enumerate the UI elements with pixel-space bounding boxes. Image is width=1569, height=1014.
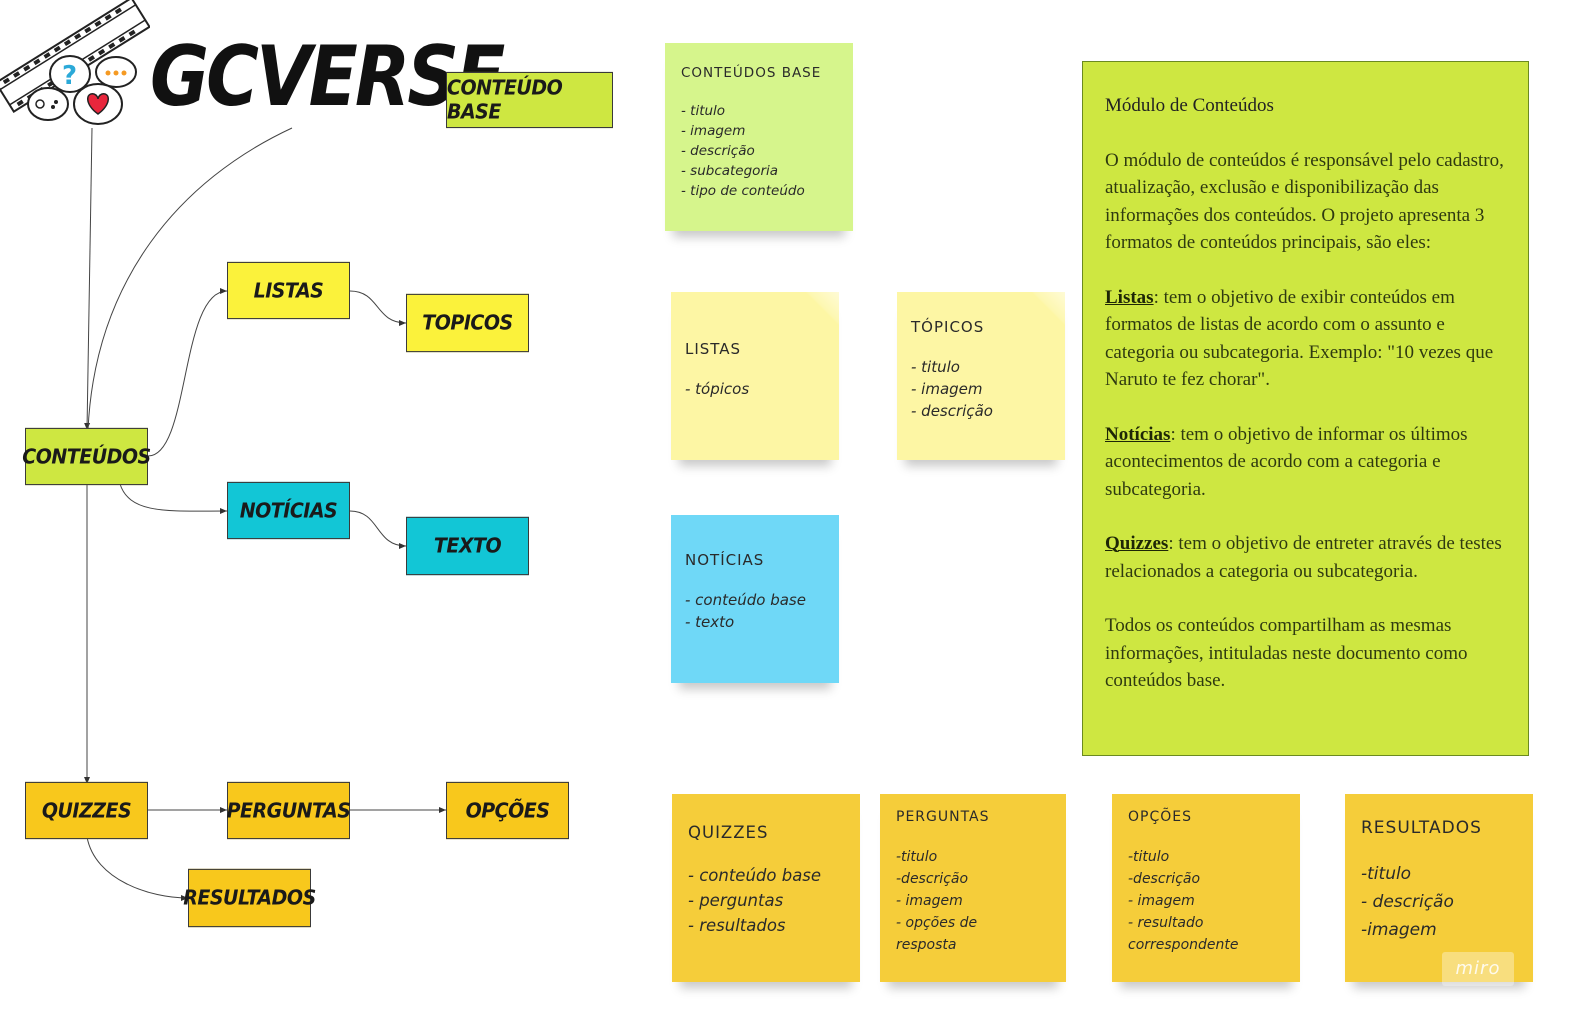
sticky-line: - conteúdo base	[688, 866, 822, 885]
node-topicos[interactable]: TOPICOS	[406, 293, 529, 353]
edge-listas-topicos	[349, 290, 407, 326]
panel-term: Quizzes	[1105, 533, 1169, 554]
panel-title: Módulo de Conteúdos	[1105, 95, 1274, 116]
sticky-line: - conteúdo base	[685, 591, 806, 609]
sticky-line: - titulo	[681, 103, 726, 119]
sticky-line: -descrição	[896, 871, 969, 887]
edge-conteudos-noticias	[119, 483, 228, 515]
sticky-line: - descrição	[681, 143, 755, 159]
sticky-title: RESULTADOS	[1361, 818, 1482, 838]
sticky-line: - descrição	[1361, 892, 1454, 912]
edge-logo-conteudos	[84, 127, 93, 431]
edge-noticias-texto	[349, 510, 407, 549]
sticky-line: -imagem	[1361, 920, 1437, 940]
sticky-line: - tópicos	[685, 380, 750, 398]
sticky-noticias[interactable]: NOTÍCIAS - conteúdo base - texto	[671, 515, 839, 683]
node-opcoes[interactable]: OPÇÕES	[446, 781, 569, 840]
sticky-opcoes[interactable]: OPÇÕES -titulo -descrição - imagem - res…	[1112, 794, 1300, 982]
panel-term-desc: : tem o objetivo de exibir conteúdos em …	[1105, 286, 1494, 391]
sticky-line: -titulo	[1128, 849, 1170, 865]
sticky-quizzes[interactable]: QUIZZES - conteúdo base - perguntas - re…	[672, 794, 860, 982]
svg-text:?: ?	[62, 61, 77, 91]
sticky-line: -titulo	[1361, 864, 1412, 884]
panel-item-quizzes: Quizzes: tem o objetivo de entreter atra…	[1105, 530, 1506, 585]
sticky-title: PERGUNTAS	[896, 809, 990, 825]
sticky-line: - imagem	[1128, 893, 1195, 909]
sticky-line: - imagem	[896, 893, 963, 909]
sticky-title: CONTEÚDOS BASE	[681, 65, 822, 81]
sticky-line: - tipo de conteúdo	[681, 183, 805, 199]
sticky-title: TÓPICOS	[911, 318, 985, 336]
miro-watermark: miro	[1442, 952, 1514, 986]
sticky-title: NOTÍCIAS	[685, 551, 765, 569]
node-listas[interactable]: LISTAS	[227, 261, 350, 320]
panel-term: Listas	[1105, 286, 1154, 308]
sticky-line: - resultados	[688, 916, 786, 935]
sticky-line: -descrição	[1128, 871, 1201, 887]
node-quizzes[interactable]: QUIZZES	[25, 781, 148, 840]
sticky-conteudos-base[interactable]: CONTEÚDOS BASE - titulo - imagem - descr…	[665, 43, 853, 231]
module-description-panel[interactable]: Módulo de Conteúdos O módulo de conteúdo…	[1082, 61, 1529, 756]
edge-quizzes-resultados	[86, 836, 189, 901]
edge-conteudos-listas	[147, 288, 228, 457]
panel-intro: O módulo de conteúdos é responsável pelo…	[1105, 149, 1504, 254]
sticky-line: - perguntas	[688, 891, 784, 910]
node-perguntas[interactable]: PERGUNTAS	[227, 781, 351, 840]
sticky-line: - resultado	[1128, 915, 1204, 931]
logo: ? GCVERSE	[0, 0, 505, 135]
sticky-line: - texto	[685, 613, 735, 631]
sticky-line: -titulo	[896, 849, 938, 865]
node-conteudo-base[interactable]: CONTEÚDO BASE	[446, 71, 613, 129]
node-conteudos[interactable]: CONTEÚDOS	[22, 427, 151, 486]
panel-outro: Todos os conteúdos compartilham as mesma…	[1105, 615, 1468, 691]
node-texto[interactable]: TEXTO	[406, 516, 529, 576]
sticky-line: - descrição	[911, 402, 993, 420]
sticky-line: - titulo	[911, 358, 960, 376]
sticky-topicos[interactable]: TÓPICOS - titulo - imagem - descrição	[897, 292, 1065, 460]
sticky-line: resposta	[896, 937, 957, 953]
panel-item-noticias: Notícias: tem o objetivo de informar os …	[1105, 421, 1506, 504]
sticky-title: LISTAS	[685, 340, 742, 358]
sticky-title: QUIZZES	[688, 823, 769, 842]
chat-bubbles-icon: ?	[27, 55, 137, 125]
sticky-title: OPÇÕES	[1128, 809, 1192, 825]
sticky-line: - imagem	[911, 380, 983, 398]
sticky-resultados[interactable]: RESULTADOS -titulo - descrição -imagem m…	[1345, 794, 1533, 986]
sticky-line: correspondente	[1128, 937, 1239, 953]
sticky-perguntas[interactable]: PERGUNTAS -titulo -descrição - imagem - …	[880, 794, 1066, 982]
sticky-listas[interactable]: LISTAS - tópicos	[671, 292, 839, 460]
sticky-line: - opções de	[896, 915, 978, 931]
sticky-line: - imagem	[681, 123, 746, 139]
node-resultados[interactable]: RESULTADOS	[183, 868, 316, 928]
node-noticias[interactable]: NOTÍCIAS	[227, 481, 350, 540]
sticky-line: - subcategoria	[681, 163, 779, 179]
panel-term: Notícias	[1105, 423, 1171, 445]
panel-item-listas: Listas: tem o objetivo de exibir conteúd…	[1105, 284, 1506, 394]
